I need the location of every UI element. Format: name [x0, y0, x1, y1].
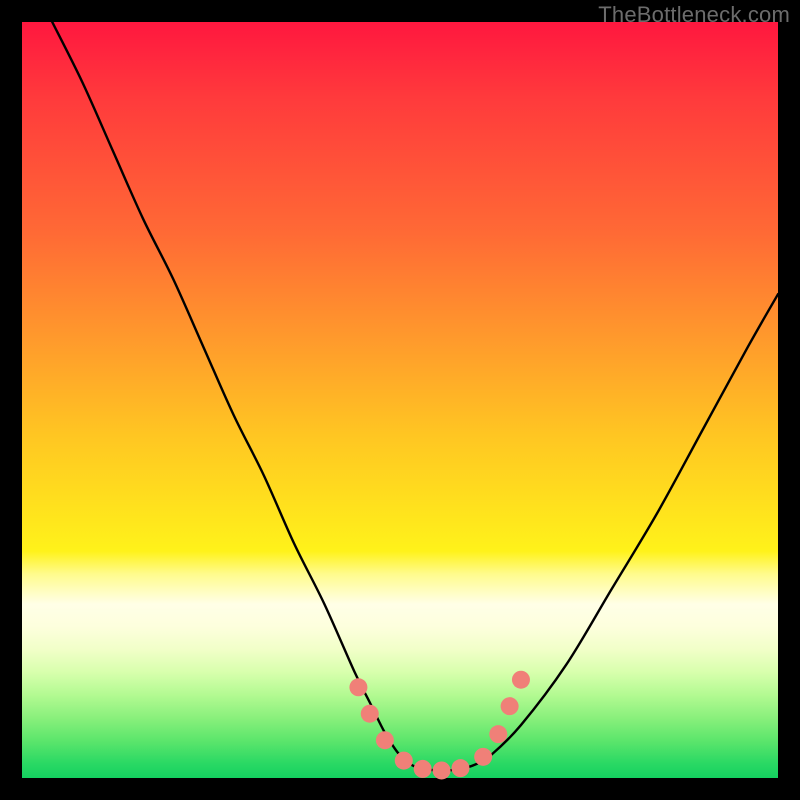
curve-marker: [361, 705, 379, 723]
curve-marker: [501, 697, 519, 715]
bottleneck-curve-path: [52, 22, 778, 771]
curve-marker: [474, 748, 492, 766]
bottleneck-curve-svg: [22, 22, 778, 778]
curve-marker: [433, 761, 451, 779]
chart-container: TheBottleneck.com: [0, 0, 800, 800]
curve-marker: [489, 725, 507, 743]
watermark-text: TheBottleneck.com: [598, 2, 790, 28]
curve-marker: [376, 731, 394, 749]
curve-marker: [349, 678, 367, 696]
curve-marker: [451, 759, 469, 777]
curve-marker: [414, 760, 432, 778]
curve-marker: [512, 671, 530, 689]
curve-marker: [395, 752, 413, 770]
curve-markers: [349, 671, 530, 780]
plot-area: [22, 22, 778, 778]
